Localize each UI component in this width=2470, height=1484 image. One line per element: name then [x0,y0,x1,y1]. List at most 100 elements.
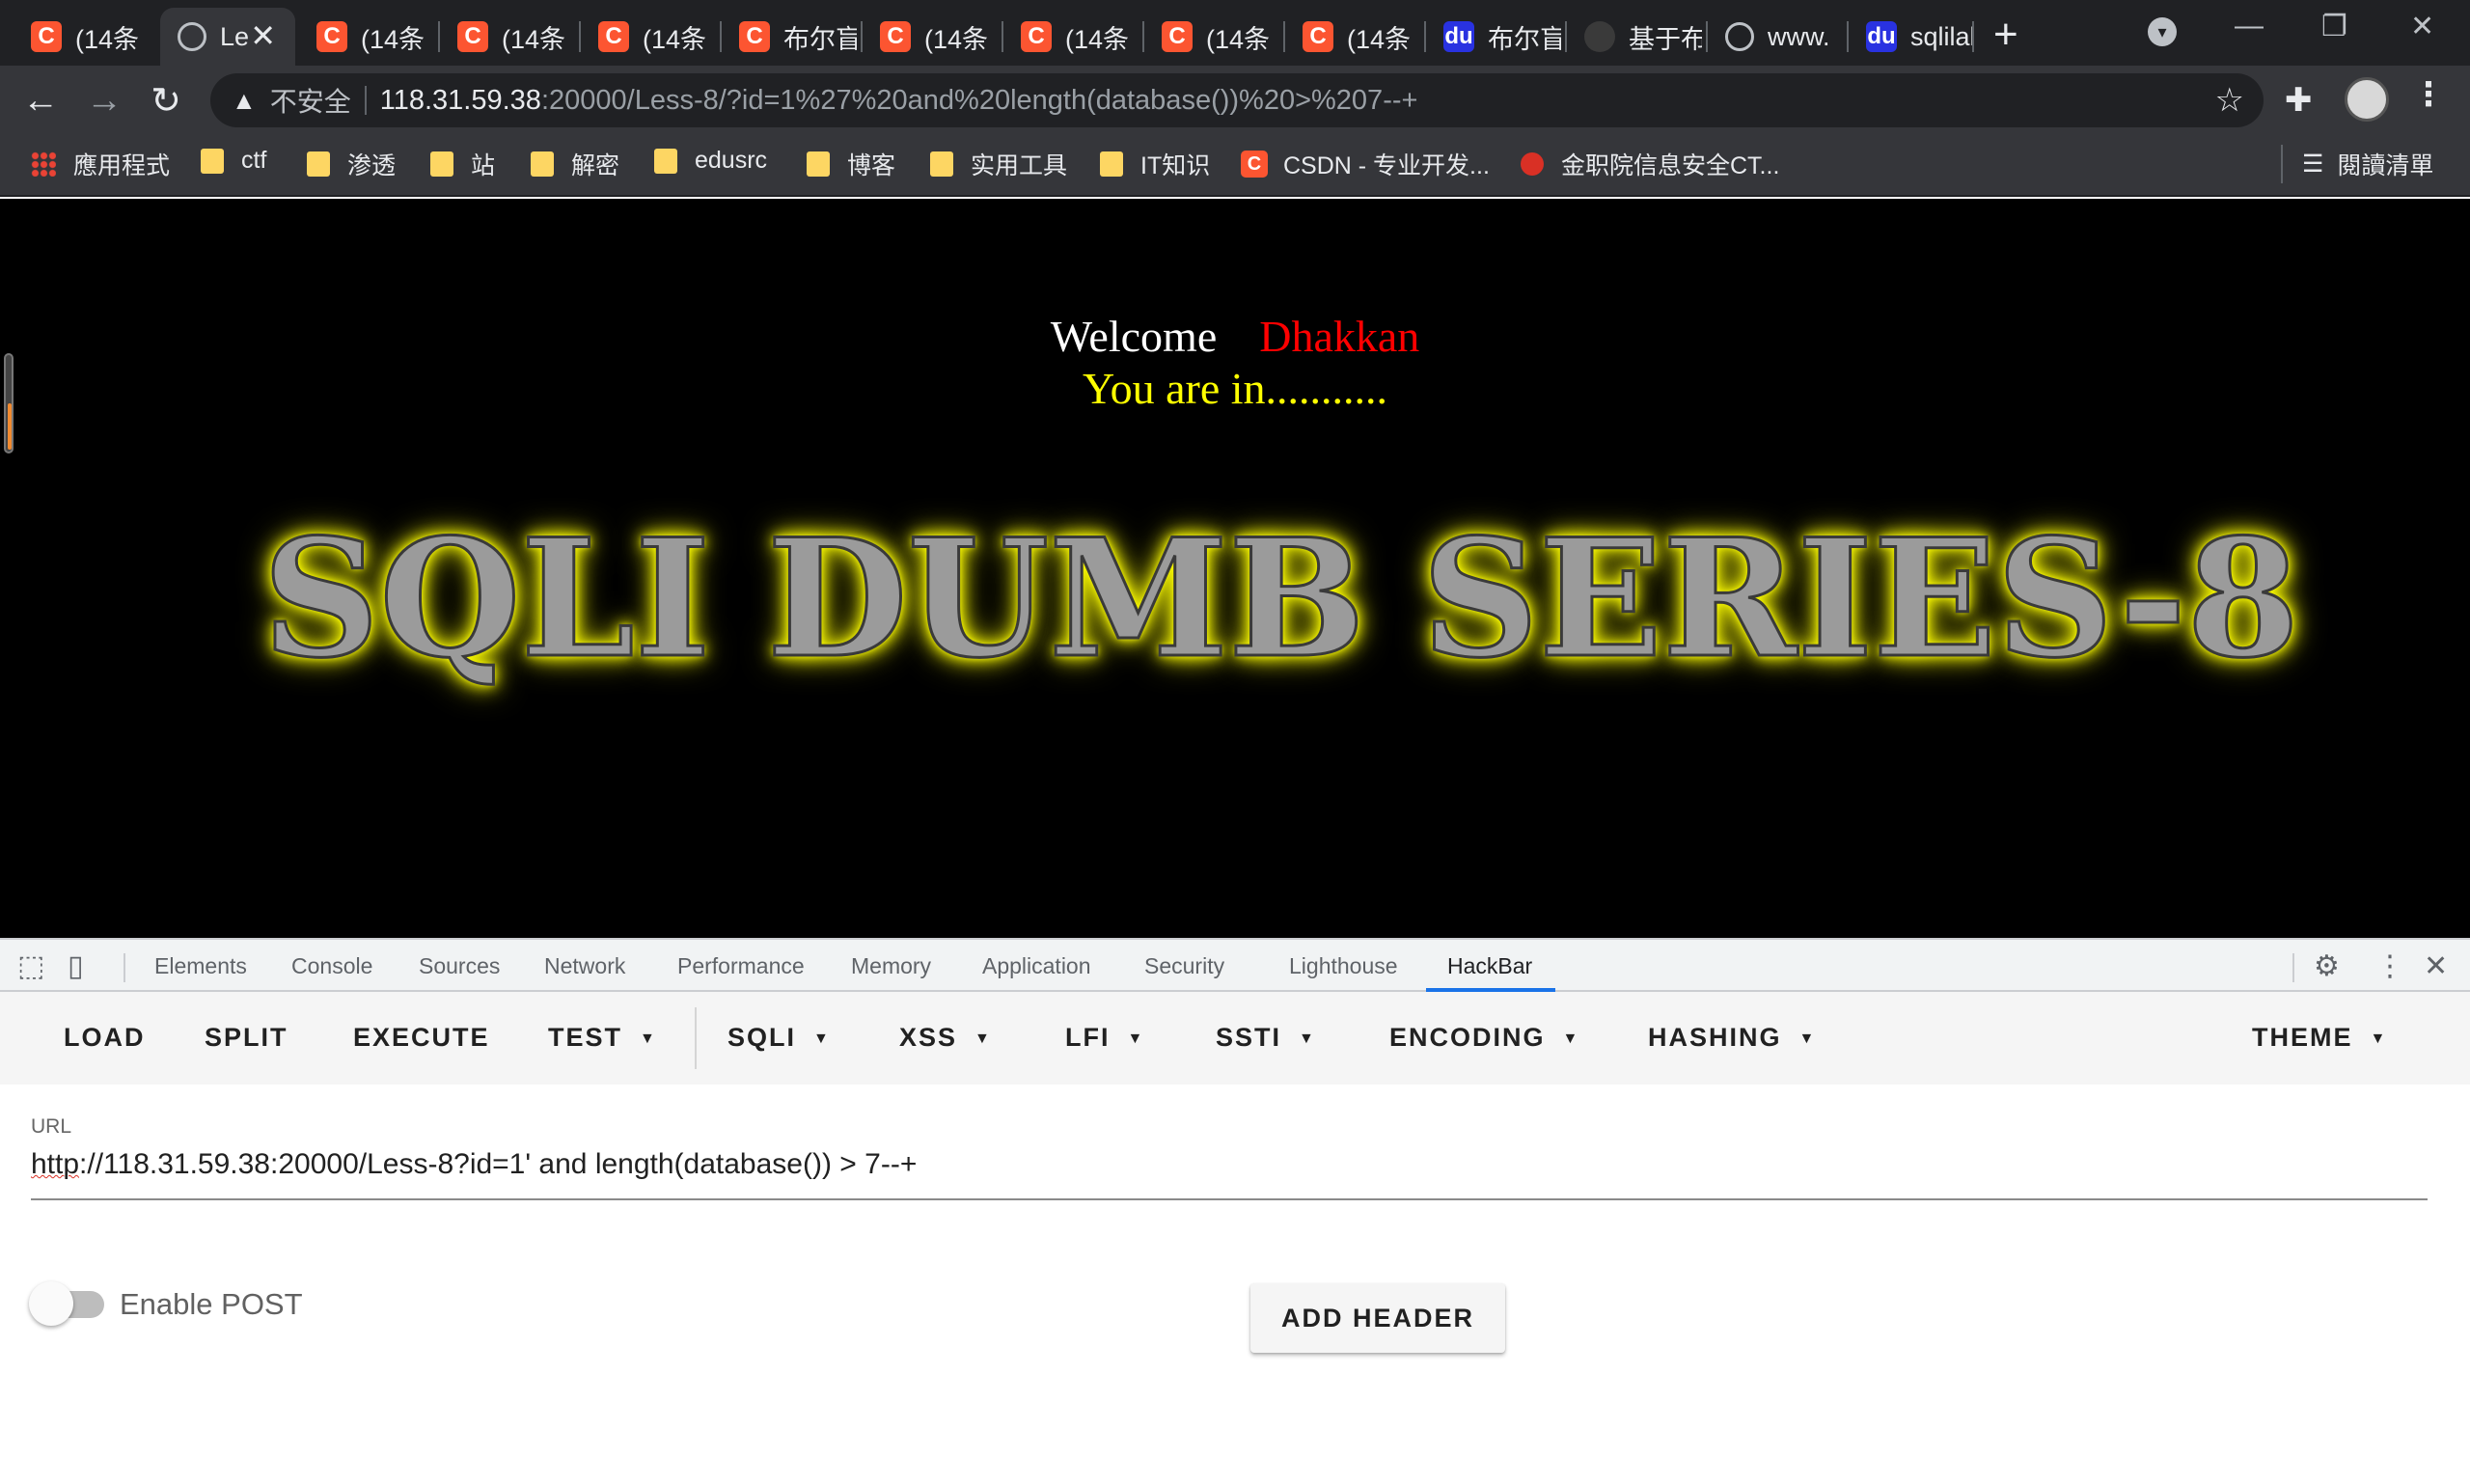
bookmark-folder-edusrc[interactable]: edusrc [654,147,767,175]
sqli-series-banner: SQLI DUMB SERIES-8 [261,503,2301,694]
tab-title: 基于布 [1629,24,1702,54]
browser-tab[interactable]: C (14条 [863,8,998,66]
folder-icon [430,151,453,177]
reload-icon[interactable]: ↻ [145,79,187,122]
lfi-menu-label: LFI [1065,1023,1111,1052]
gear-icon[interactable]: ⚙ [2314,949,2340,983]
device-toolbar-icon[interactable]: ▯ [68,949,84,983]
new-tab-button[interactable]: + [1993,14,2018,56]
tab-title: www. [1768,21,1830,51]
browser-tab[interactable]: C (14条 [1144,8,1279,66]
username-text: Dhakkan [1259,312,1420,361]
tab-network[interactable]: Network [544,953,625,979]
add-header-button[interactable]: ADD HEADER [1250,1283,1505,1353]
window-close-button[interactable]: ✕ [2410,10,2434,43]
tab-performance[interactable]: Performance [677,953,805,979]
devtools-divider [2292,953,2294,982]
warning-icon[interactable]: ▲ [232,86,257,116]
browser-tab[interactable]: du 布尔盲 [1426,8,1561,66]
tab-title: 布尔盲 [1488,24,1561,54]
tab-application[interactable]: Application [982,953,1091,979]
folder-icon [807,151,830,177]
bookmark-folder-pentest[interactable]: 渗透 [307,147,396,181]
bookmark-label: edusrc [695,147,768,174]
bookmark-apps[interactable]: 應用程式 [31,147,170,181]
bookmark-jzy-ctf[interactable]: 金职院信息安全CT... [1521,147,1779,181]
browser-tab[interactable]: C 布尔盲 [722,8,857,66]
omnibox-divider [364,86,367,115]
url-path[interactable]: :20000/Less-8/?id=1%27%20and%20length(da… [541,85,1418,117]
browser-tab[interactable]: C (14条 [1003,8,1139,66]
close-devtools-icon[interactable]: ✕ [2424,949,2448,983]
browser-tab[interactable]: C (14条 [14,8,156,66]
tab-title: (14条 [361,24,425,54]
theme-menu-button[interactable]: THEME ▼ [2252,1023,2387,1053]
page-viewport: Welcome Dhakkan You are in........... SQL… [0,199,2470,938]
tab-security[interactable]: Security [1144,953,1224,979]
profile-avatar[interactable] [2345,77,2389,122]
ssti-menu-button[interactable]: SSTI ▼ [1216,1023,1316,1053]
browser-tab-active[interactable]: Le ✕ [160,8,295,66]
bookmark-folder-site[interactable]: 站 [430,147,495,181]
caret-down-icon: ▼ [974,1030,992,1047]
encoding-menu-label: ENCODING [1389,1023,1546,1052]
tab-hackbar[interactable]: HackBar [1447,953,1532,979]
execute-button[interactable]: EXECUTE [353,1023,490,1053]
browser-tab[interactable]: 基于布 [1567,8,1702,66]
forward-icon[interactable]: → [83,79,125,122]
enable-post-toggle-thumb[interactable] [29,1281,73,1326]
browser-tab[interactable]: C (14条 [581,8,716,66]
address-bar[interactable]: ▲ 不安全 118.31.59.38 :20000/Less-8/?id=1%2… [210,73,2264,127]
split-button[interactable]: SPLIT [205,1023,288,1053]
lfi-menu-button[interactable]: LFI ▼ [1065,1023,1144,1053]
extensions-puzzle-icon[interactable]: ✚ [2285,81,2313,120]
reading-list-button[interactable]: ☰ 閱讀清單 [2302,147,2433,181]
bookmark-folder-it[interactable]: IT知识 [1100,147,1210,181]
bookmark-label: CSDN - 专业开发... [1283,152,1490,179]
sqli-menu-button[interactable]: SQLI ▼ [727,1023,831,1053]
url-input[interactable]: http://118.31.59.38:20000/Less-8?id=1' a… [31,1148,917,1181]
browser-menu-icon[interactable]: ⋮ [2412,75,2445,114]
bookmark-csdn[interactable]: C CSDN - 专业开发... [1241,147,1490,181]
load-button[interactable]: LOAD [64,1023,146,1053]
hashing-menu-button[interactable]: HASHING ▼ [1648,1023,1816,1053]
close-tab-icon[interactable]: ✕ [250,17,276,54]
tab-console[interactable]: Console [291,953,372,979]
browser-tab-strip: C (14条 Le ✕ C (14条 C (14条 C (14条 C 布尔盲 C… [0,0,2470,66]
bookmark-folder-blog[interactable]: 博客 [807,147,895,181]
restore-button[interactable]: ❐ [2321,10,2347,43]
tab-title: 布尔盲 [783,24,857,54]
test-menu-button[interactable]: TEST ▼ [548,1023,657,1053]
csdn-c-icon: C [739,21,770,52]
tab-sources[interactable]: Sources [419,953,500,979]
caret-down-icon: ▼ [640,1030,657,1047]
theme-menu-label: THEME [2252,1023,2353,1052]
globe-icon [1725,22,1754,51]
browser-tab[interactable]: C (14条 [440,8,575,66]
minimize-button[interactable]: — [2235,10,2264,42]
tab-search-icon[interactable]: ▾ [2148,17,2177,46]
devtools-tab-strip: ⬚ ▯ Elements Console Sources Network Per… [0,938,2470,992]
security-label[interactable]: 不安全 [270,81,351,120]
inspect-element-icon[interactable]: ⬚ [17,949,44,983]
encoding-menu-button[interactable]: ENCODING ▼ [1389,1023,1579,1053]
browser-tab[interactable]: C (14条 [1285,8,1420,66]
bookmark-folder-tools[interactable]: 实用工具 [930,147,1067,181]
bookmark-folder-ctf[interactable]: ctf [201,147,266,175]
url-host[interactable]: 118.31.59.38 [380,85,541,117]
browser-tab[interactable]: www. [1708,8,1843,66]
browser-tab[interactable]: du sqlilal [1849,8,1972,66]
tab-lighthouse[interactable]: Lighthouse [1289,953,1398,979]
back-icon[interactable]: ← [19,79,62,122]
sqli-menu-label: SQLI [727,1023,797,1052]
folder-icon [307,151,330,177]
red-site-icon [1521,152,1544,176]
xss-menu-button[interactable]: XSS ▼ [899,1023,992,1053]
tab-memory[interactable]: Memory [851,953,931,979]
caret-down-icon: ▼ [1299,1030,1316,1047]
devtools-menu-icon[interactable]: ⋮ [2375,949,2404,983]
browser-tab[interactable]: C (14条 [299,8,434,66]
bookmark-star-icon[interactable]: ☆ [2215,81,2244,120]
bookmark-folder-decrypt[interactable]: 解密 [531,147,619,181]
tab-elements[interactable]: Elements [154,953,247,979]
